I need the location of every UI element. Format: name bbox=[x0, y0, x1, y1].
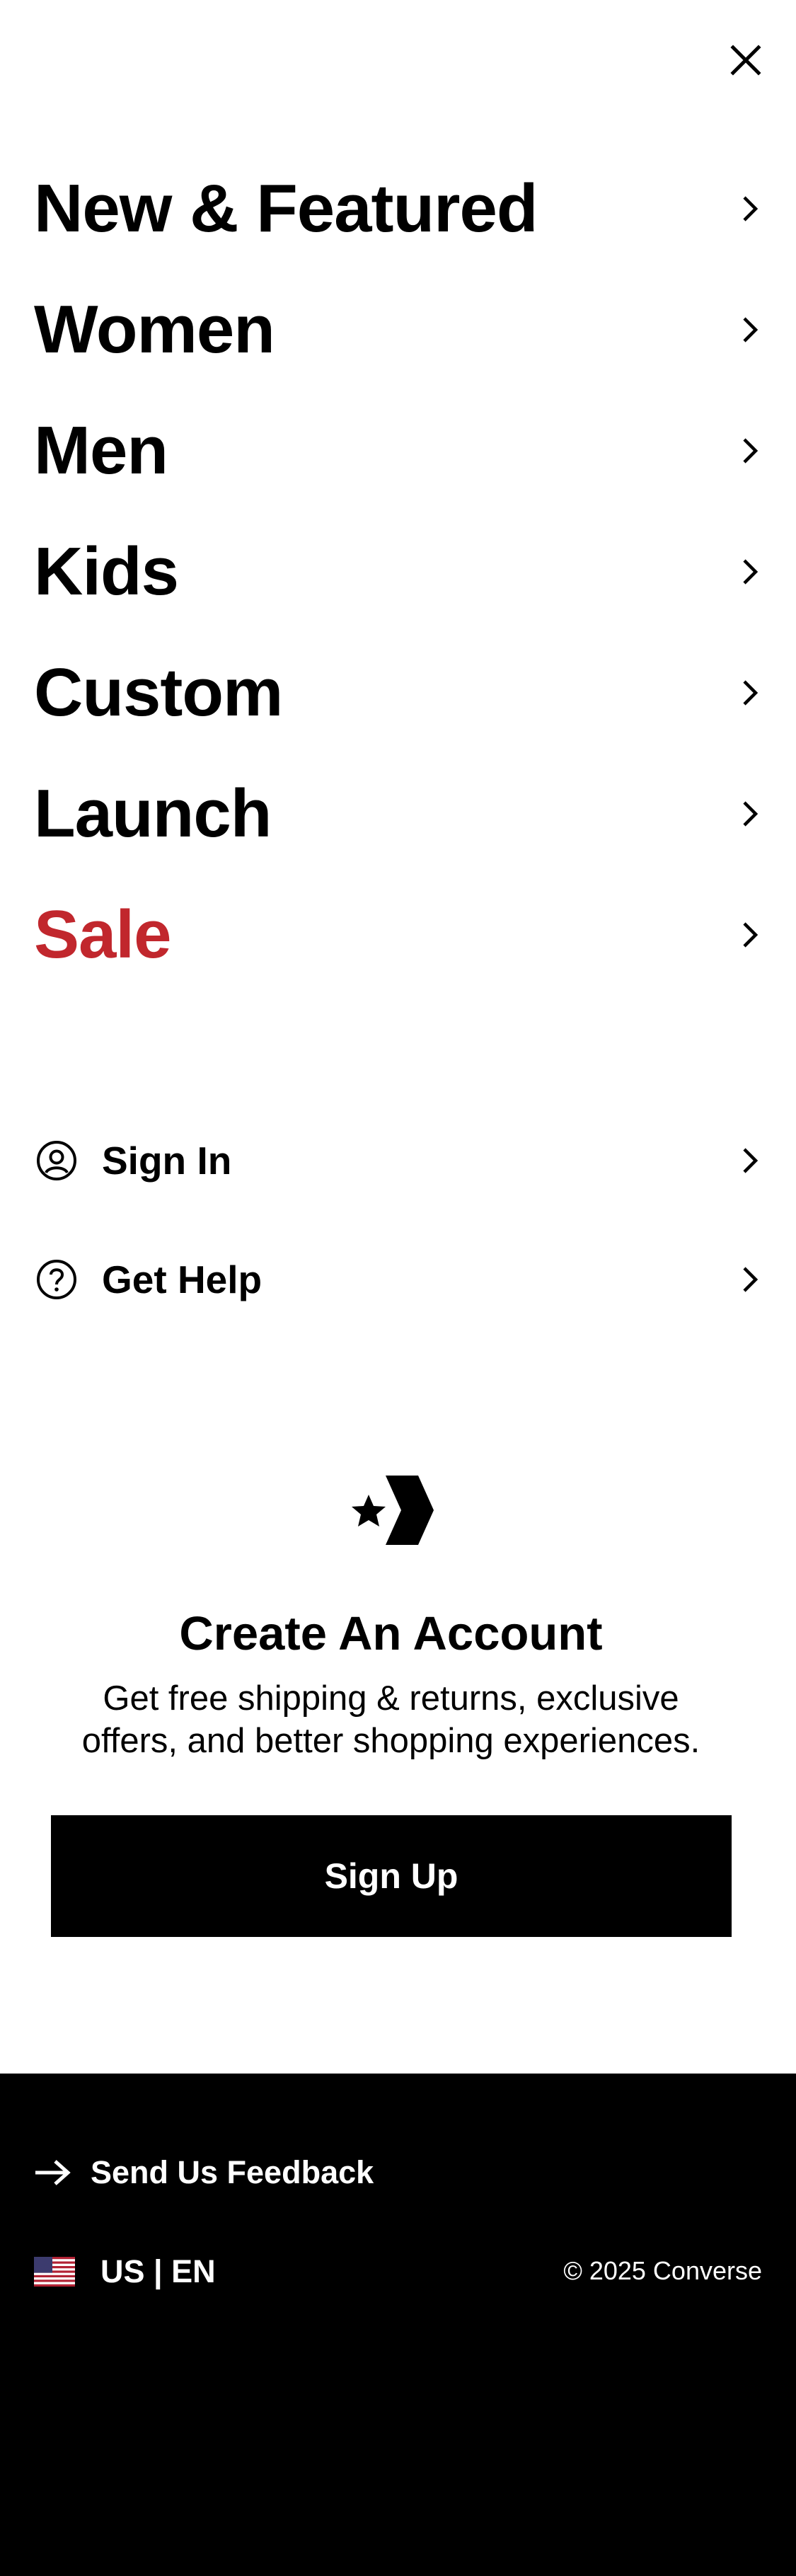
arrow-right-icon bbox=[35, 2160, 71, 2185]
nav-item-launch[interactable]: Launch bbox=[34, 761, 764, 867]
get-help-link[interactable]: Get Help bbox=[34, 1237, 764, 1322]
chevron-right-icon bbox=[736, 195, 764, 223]
help-circle-icon bbox=[34, 1257, 79, 1302]
nav-item-label: Women bbox=[34, 292, 275, 367]
promo-line-1: Get free shipping & returns, exclusive bbox=[103, 1679, 679, 1718]
user-circle-icon bbox=[34, 1138, 79, 1183]
nav-item-label: Kids bbox=[34, 534, 179, 609]
chevron-right-icon bbox=[736, 921, 764, 949]
nav-item-label: New & Featured bbox=[34, 171, 538, 246]
promo-title: Create An Account bbox=[179, 1607, 603, 1660]
nav-item-label: Sale bbox=[34, 897, 171, 972]
copyright-text: © 2025 Converse bbox=[563, 2256, 762, 2285]
chevron-right-icon bbox=[736, 1265, 764, 1294]
chevron-right-icon bbox=[736, 558, 764, 586]
close-menu-button[interactable] bbox=[725, 40, 767, 80]
chevron-right-icon bbox=[736, 800, 764, 828]
sign-up-button[interactable]: Sign Up bbox=[51, 1815, 732, 1937]
sign-in-label: Sign In bbox=[102, 1139, 232, 1183]
sign-in-link[interactable]: Sign In bbox=[34, 1118, 764, 1203]
chevron-right-icon bbox=[736, 1146, 764, 1175]
send-feedback-link[interactable]: Send Us Feedback bbox=[34, 2144, 374, 2201]
send-feedback-label: Send Us Feedback bbox=[91, 2154, 374, 2190]
close-icon bbox=[730, 45, 761, 76]
converse-logo bbox=[345, 1470, 434, 1551]
promo-description: Get free shipping & returns, exclusive o… bbox=[42, 1677, 739, 1762]
nav-item-sale[interactable]: Sale bbox=[34, 882, 764, 988]
footer: Send Us Feedback US | EN © 2025 Converse bbox=[0, 2074, 796, 2576]
nav-item-label: Men bbox=[34, 413, 168, 488]
nav-item-kids[interactable]: Kids bbox=[34, 519, 764, 625]
nav-item-men[interactable]: Men bbox=[34, 398, 764, 504]
chevron-right-icon bbox=[736, 679, 764, 707]
nav-item-new-featured[interactable]: New & Featured bbox=[34, 156, 764, 262]
chevron-right-icon bbox=[736, 437, 764, 465]
promo-line-2: offers, and better shopping experiences. bbox=[81, 1722, 700, 1760]
nav-item-custom[interactable]: Custom bbox=[34, 640, 764, 746]
nav-item-label: Launch bbox=[34, 776, 272, 851]
locale-label: US | EN bbox=[100, 2253, 216, 2289]
us-flag-icon bbox=[34, 2257, 75, 2287]
chevron-right-icon bbox=[736, 316, 764, 344]
locale-selector[interactable]: US | EN bbox=[34, 2243, 216, 2300]
nav-item-label: Custom bbox=[34, 655, 283, 730]
nav-item-women[interactable]: Women bbox=[34, 277, 764, 383]
get-help-label: Get Help bbox=[102, 1258, 263, 1301]
